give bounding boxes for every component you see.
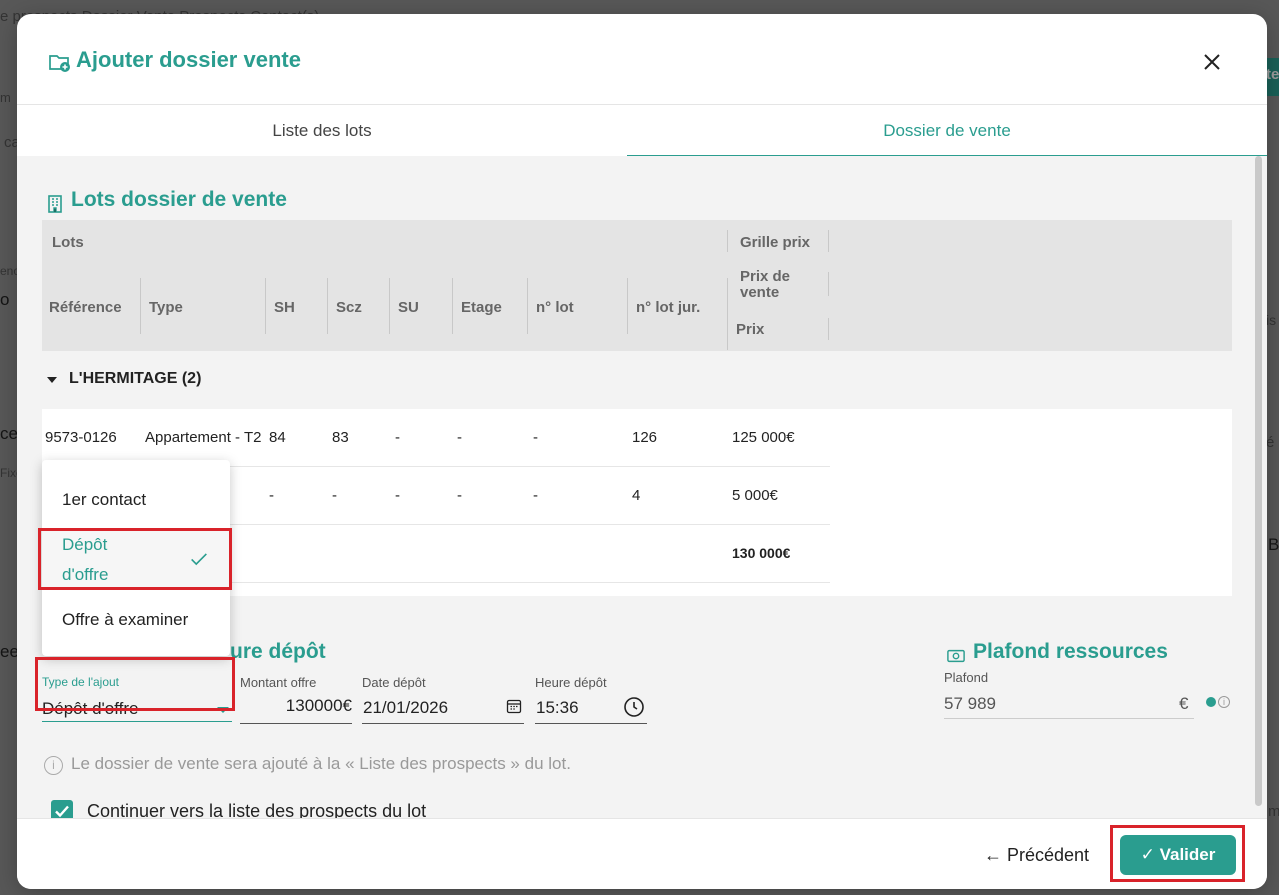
type-ajout-label: Type de l'ajout [42,675,120,689]
column-header-type[interactable]: Type [149,299,183,316]
cell-reference: 9573-0126 [45,429,117,446]
cell-sh: 84 [269,429,286,446]
montant-offre-value: 130000 [285,696,343,715]
column-header-sh[interactable]: SH [274,299,295,316]
group-header-lots: Lots [52,234,84,251]
building-icon [48,195,62,213]
heure-depot-label: Heure dépôt [535,675,607,690]
montant-offre-label: Montant offre [240,675,317,690]
clock-icon[interactable] [623,696,645,718]
column-separator [452,278,453,334]
cell-lot-jur: 4 [632,487,641,504]
menu-item-1er-contact[interactable]: 1er contact [42,490,230,510]
dialog-title: Ajouter dossier vente [76,47,301,72]
calendar-icon[interactable] [506,698,522,714]
plafond-value: 57 989 [944,694,996,713]
column-header-scz[interactable]: Scz [336,299,362,316]
plafond-underline [944,718,1194,719]
column-separator [265,278,266,334]
heure-depot-input[interactable]: 15:36 [536,698,579,718]
column-separator [828,230,829,252]
lots-section-title: Lots dossier de vente [71,188,287,211]
column-header-prix-de-vente[interactable]: Prix de vente [740,269,810,301]
column-header-etage[interactable]: Etage [461,299,502,316]
heure-underline [535,723,647,724]
column-separator [727,230,728,252]
plafond-section-title: Plafond ressources [973,640,1168,663]
info-circle-icon: i [44,756,63,775]
money-icon [947,649,965,663]
plafond-label: Plafond [944,670,989,685]
column-separator [327,278,328,334]
table-header: Lots Grille prix Référence Type SH Scz S… [42,220,1232,351]
tab-liste-des-lots[interactable]: Liste des lots [17,105,627,157]
cell-type: Appartement - T2 [145,429,262,446]
column-separator [627,278,628,334]
info-icon[interactable]: i [1218,696,1230,708]
plafond-unit: € [1179,694,1189,713]
previous-button[interactable]: ← Précédent [984,845,1089,866]
cell-scz: 83 [332,429,349,446]
cell-etage: - [457,429,462,446]
column-header-lot-jur[interactable]: n° lot jur. [636,299,700,316]
depot-section-title: ure dépôt [230,640,326,663]
montant-underline [240,723,352,724]
column-separator [828,318,829,340]
group-label: L'HERMITAGE (2) [69,370,202,387]
cell-lot: - [533,487,538,504]
validate-button[interactable]: ✓ Valider [1120,835,1236,875]
column-separator [727,278,728,350]
info-text: Le dossier de vente sera ajouté à la « L… [71,754,571,773]
date-underline [362,723,524,724]
date-depot-input[interactable]: 21/01/2026 [363,698,448,718]
cell-su: - [395,429,400,446]
close-icon[interactable] [1200,50,1224,74]
menu-item-depot-offre[interactable]: Dépôt d'offre [42,530,230,590]
column-separator [389,278,390,334]
folder-add-icon [49,55,70,72]
column-separator [140,278,141,334]
date-depot-label: Date dépôt [362,675,426,690]
type-ajout-dropdown-menu: 1er contact Dépôt d'offre Offre à examin… [42,460,230,656]
total-prix: 130 000€ [732,545,791,561]
column-header-su[interactable]: SU [398,299,419,316]
cell-prix: 5 000€ [732,487,778,504]
type-ajout-select[interactable]: Dépôt d'offre [42,699,139,719]
menu-item-offre-a-examiner[interactable]: Offre à examiner [42,610,230,630]
scrollbar[interactable] [1255,156,1262,806]
cell-lot: - [533,429,538,446]
montant-offre-unit: € [342,696,352,715]
group-row-hermitage[interactable]: L'HERMITAGE (2) [42,351,1232,409]
status-dot [1206,697,1216,707]
dialog-footer: ← Précédent ✓ Valider [17,818,1267,889]
cell-sh: - [269,487,274,504]
column-header-lot[interactable]: n° lot [536,299,574,316]
cell-su: - [395,487,400,504]
cell-scz: - [332,487,337,504]
caret-down-icon[interactable] [47,377,57,383]
cell-etage: - [457,487,462,504]
table-row[interactable]: 9573-0126 Appartement - T2 84 83 - - - 1… [42,409,830,467]
cell-lot-jur: 126 [632,429,658,446]
column-header-prix[interactable]: Prix [736,321,764,338]
cell-prix: 125 000€ [732,429,795,446]
column-separator [828,272,829,296]
montant-offre-input[interactable]: 130000€ [240,696,352,724]
select-arrow-icon[interactable] [217,707,229,713]
add-sales-file-dialog: Ajouter dossier vente Liste des lots Dos… [17,14,1267,889]
type-ajout-underline [42,721,232,722]
check-icon [191,553,207,566]
column-separator [527,278,528,334]
tab-dossier-de-vente[interactable]: Dossier de vente [627,105,1267,157]
dialog-tabs: Liste des lots Dossier de vente [17,104,1267,157]
group-header-grille: Grille prix [740,234,811,251]
dialog-header: Ajouter dossier vente [17,14,1267,104]
column-header-reference[interactable]: Référence [49,299,122,316]
